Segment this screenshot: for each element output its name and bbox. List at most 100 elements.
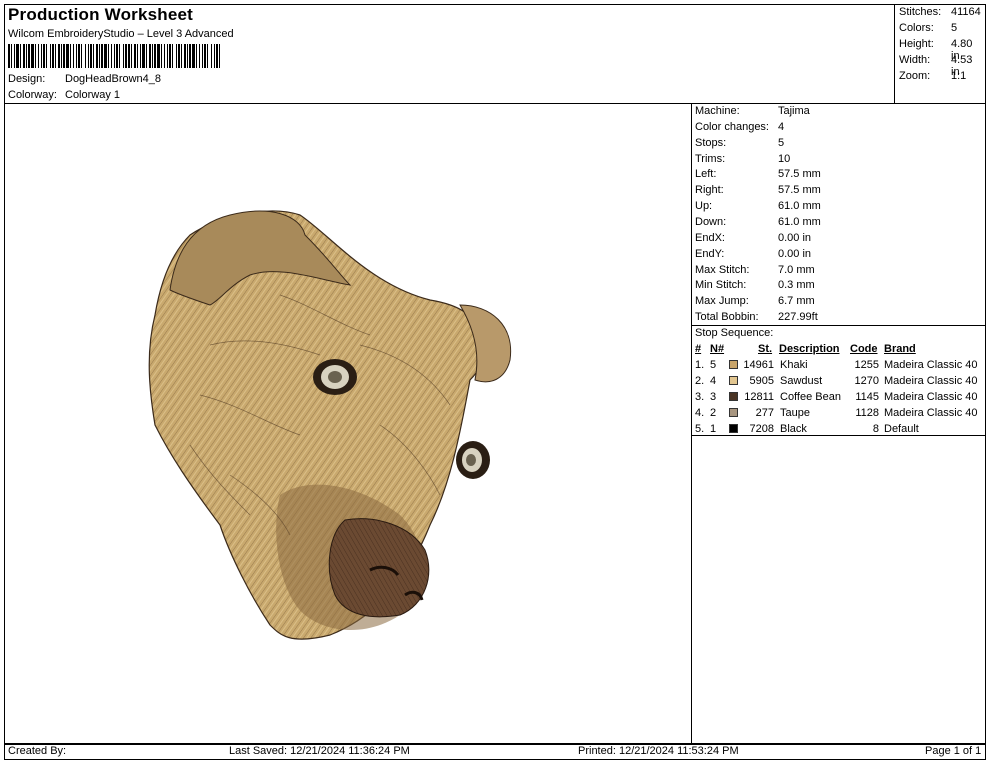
stop-row-brand: Default [884,423,919,435]
last-saved: Last Saved: 12/21/2024 11:36:24 PM [229,745,410,757]
stop-row-code: 1145 [855,391,879,403]
stop-row-brand: Madeira Classic 40 [884,359,978,371]
machine-info-value: 61.0 mm [778,200,821,213]
printed-date: Printed: 12/21/2024 11:53:24 PM [578,745,739,757]
machine-info-value: 7.0 mm [778,263,815,276]
machine-info-row: Min Stitch: 0.3 mm [695,279,815,292]
machine-info-value: 0.00 in [778,247,812,260]
machine-info-label: Color changes: [695,120,769,133]
machine-info-value: Tajima [778,105,810,117]
stop-row-description: Taupe [780,407,810,419]
zoom-label: Zoom: [899,70,931,82]
stop-row-num: 4. [695,407,705,419]
colorway-value: Colorway 1 [65,89,121,101]
colorway-label: Colorway: [8,89,57,101]
stitches-value: 41164 [951,6,981,18]
machine-info-label: Down: [695,215,727,228]
stop-row-brand: Madeira Classic 40 [884,407,978,419]
stop-row-stitches: 5905 [749,375,774,387]
page-number: Page 1 of 1 [925,745,982,757]
height-label: Height: [899,38,934,50]
col-header-num: # [695,343,702,355]
machine-info-row: Color changes: 4 [695,120,784,133]
machine-info-row: EndY: 0.00 in [695,247,811,260]
zoom-row: Zoom: 1:1 [899,70,966,82]
machine-info-value: 0.3 mm [778,279,815,292]
col-header-brand: Brand [884,343,916,355]
machine-info-row: Down: 61.0 mm [695,215,821,228]
stop-row-num: 5. [695,423,705,435]
machine-info-value: 57.5 mm [778,168,821,181]
col-header-n: N# [710,343,725,355]
machine-info-row: Max Jump: 6.7 mm [695,295,815,308]
stop-row-needle: 4 [710,375,717,387]
machine-info-row: Trims: 10 [695,152,790,165]
col-header-description: Description [779,343,840,355]
zoom-value: 1:1 [951,70,967,82]
machine-info-value: 6.7 mm [778,295,815,308]
machine-info-label: Max Jump: [695,295,749,308]
width-row: Width: 4.53 in [899,54,972,78]
machine-info-row: Left: 57.5 mm [695,168,821,181]
colors-value: 5 [951,22,958,34]
stop-sequence-title: Stop Sequence: [695,327,774,339]
height-row: Height: 4.80 in [899,38,972,62]
stop-row-brand: Madeira Classic 40 [884,391,978,403]
stop-row-description: Black [780,423,807,435]
stop-row-code: 1270 [854,375,879,387]
machine-info-value: 10 [778,152,791,165]
machine-info-row: Machine: Tajima [695,105,810,117]
created-by: Created By: [8,745,67,757]
stop-row-needle: 3 [710,391,717,403]
thread-color-swatch [729,424,738,433]
machine-info-label: Left: [695,168,717,181]
barcode [8,44,220,68]
stop-row-description: Coffee Bean [780,391,841,403]
stop-row-num: 1. [695,359,705,371]
stitches-label: Stitches: [899,6,942,18]
col-header-st: St. [758,343,773,355]
thread-color-swatch [729,392,738,401]
machine-info-label: EndY: [695,247,725,260]
machine-info-value: 4 [778,120,785,133]
machine-info-label: Machine: [695,105,740,117]
stop-row-stitches: 277 [755,407,774,419]
thread-color-swatch [729,408,738,417]
machine-info-row: EndX: 0.00 in [695,232,811,244]
stop-row-num: 3. [695,391,705,403]
colors-row: Colors: 5 [899,22,957,34]
machine-info-label: Max Stitch: [695,263,750,276]
design-label: Design: [8,73,46,85]
stop-row-num: 2. [695,375,705,387]
machine-info-row: Total Bobbin: 227.99ft [695,311,818,324]
machine-info-label: Total Bobbin: [695,311,759,324]
machine-info-row: Stops: 5 [695,136,784,149]
worksheet-footer [4,744,986,760]
machine-info-label: Right: [695,184,724,197]
machine-info-row: Up: 61.0 mm [695,200,821,213]
embroidery-design-image [148,210,512,640]
page-title: Production Worksheet [8,5,194,24]
thread-color-swatch [729,360,738,369]
stop-row-brand: Madeira Classic 40 [884,375,978,387]
machine-info-value: 5 [778,136,785,149]
stop-row-needle: 1 [710,423,717,435]
machine-info-row: Right: 57.5 mm [695,184,821,197]
machine-info-label: Stops: [695,136,727,149]
stop-row-code: 8 [872,423,879,435]
thread-color-swatch [729,376,738,385]
stop-row-description: Khaki [780,359,808,371]
stop-row-needle: 2 [710,407,717,419]
machine-info-label: Trims: [695,152,726,165]
stop-row-code: 1128 [855,407,879,419]
machine-info-label: Min Stitch: [695,279,747,292]
machine-info-value: 57.5 mm [778,184,821,197]
machine-info-label: Up: [695,200,713,213]
machine-info-value: 61.0 mm [778,215,821,228]
stop-row-needle: 5 [710,359,717,371]
stop-row-stitches: 7208 [749,423,774,435]
stats-box: Stitches: 41164 Colors: 5 Height: 4.80 i… [894,4,986,104]
machine-info-value: 227.99ft [778,311,818,324]
col-header-code: Code [850,343,878,355]
stitches-row: Stitches: 41164 [899,6,981,18]
